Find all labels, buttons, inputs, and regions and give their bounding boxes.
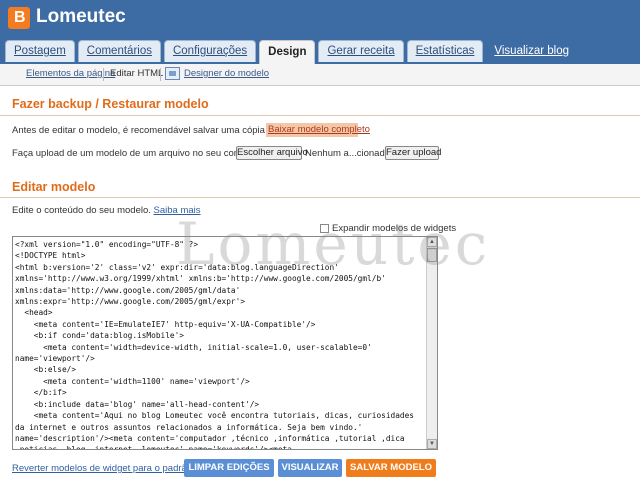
- scroll-thumb[interactable]: [427, 248, 437, 262]
- subnav-edit-html: Editar HTML: [110, 68, 164, 79]
- save-template-button[interactable]: SALVAR MODELO: [346, 459, 436, 477]
- tab-design[interactable]: Design: [259, 40, 316, 64]
- section-divider: [0, 115, 640, 116]
- upload-button[interactable]: Fazer upload: [385, 146, 441, 160]
- download-template-highlight[interactable]: Baixar modelo completo: [266, 123, 370, 137]
- preview-button[interactable]: VISUALIZAR: [278, 459, 342, 477]
- template-code-editor[interactable]: <?xml version="1.0" encoding="UTF-8" ?> …: [12, 236, 438, 450]
- logo-letter: B: [14, 9, 26, 26]
- tab-gerar-receita[interactable]: Gerar receita: [318, 40, 404, 62]
- design-subnav: Elementos da página Editar HTML Designer…: [0, 64, 640, 86]
- file-status: Nenhum a...cionado: [305, 148, 391, 159]
- edit-intro: Edite o conteúdo do seu modelo. Saiba ma…: [12, 205, 201, 216]
- edit-template-title: Editar modelo: [12, 180, 96, 194]
- template-code[interactable]: <?xml version="1.0" encoding="UTF-8" ?> …: [15, 239, 425, 449]
- tab-comentarios[interactable]: Comentários: [77, 40, 161, 62]
- expand-widgets-label: Expandir modelos de widgets: [332, 223, 457, 234]
- clear-edits-button[interactable]: LIMPAR EDIÇÕES: [184, 459, 274, 477]
- scroll-down-arrow-icon[interactable]: ▼: [427, 439, 437, 449]
- download-template-link[interactable]: Baixar modelo completo: [268, 124, 370, 135]
- template-designer-icon[interactable]: [165, 67, 180, 80]
- scroll-up-arrow-icon[interactable]: ▲: [427, 237, 437, 247]
- section-divider: [0, 197, 640, 198]
- subnav-divider: [103, 68, 104, 81]
- subnav-page-elements[interactable]: Elementos da página: [26, 68, 115, 79]
- tab-postagem[interactable]: Postagem: [5, 40, 75, 62]
- expand-widgets-checkbox[interactable]: [320, 224, 329, 233]
- subnav-template-designer[interactable]: Designer do modelo: [184, 68, 269, 79]
- revert-widgets-link[interactable]: Reverter modelos de widget para o padrão: [12, 463, 192, 474]
- tab-configuracoes[interactable]: Configurações: [163, 40, 257, 62]
- edit-intro-text: Edite o conteúdo do seu modelo.: [12, 205, 151, 216]
- tab-estatisticas[interactable]: Estatísticas: [406, 40, 484, 62]
- learn-more-link[interactable]: Saiba mais: [154, 205, 201, 216]
- backup-title: Fazer backup / Restaurar modelo: [12, 97, 209, 111]
- choose-file-button[interactable]: Escolher arquivo: [236, 146, 308, 160]
- blog-name: Lomeutec: [36, 6, 126, 27]
- main-tabs: Postagem Comentários Configurações Desig…: [5, 40, 569, 64]
- editor-scrollbar[interactable]: ▲ ▼: [426, 237, 437, 449]
- subnav-divider: [160, 68, 161, 81]
- blogger-logo-icon: B: [8, 7, 30, 29]
- app-header: B Lomeutec Postagem Comentários Configur…: [0, 0, 640, 68]
- view-blog-link[interactable]: Visualizar blog: [494, 41, 569, 62]
